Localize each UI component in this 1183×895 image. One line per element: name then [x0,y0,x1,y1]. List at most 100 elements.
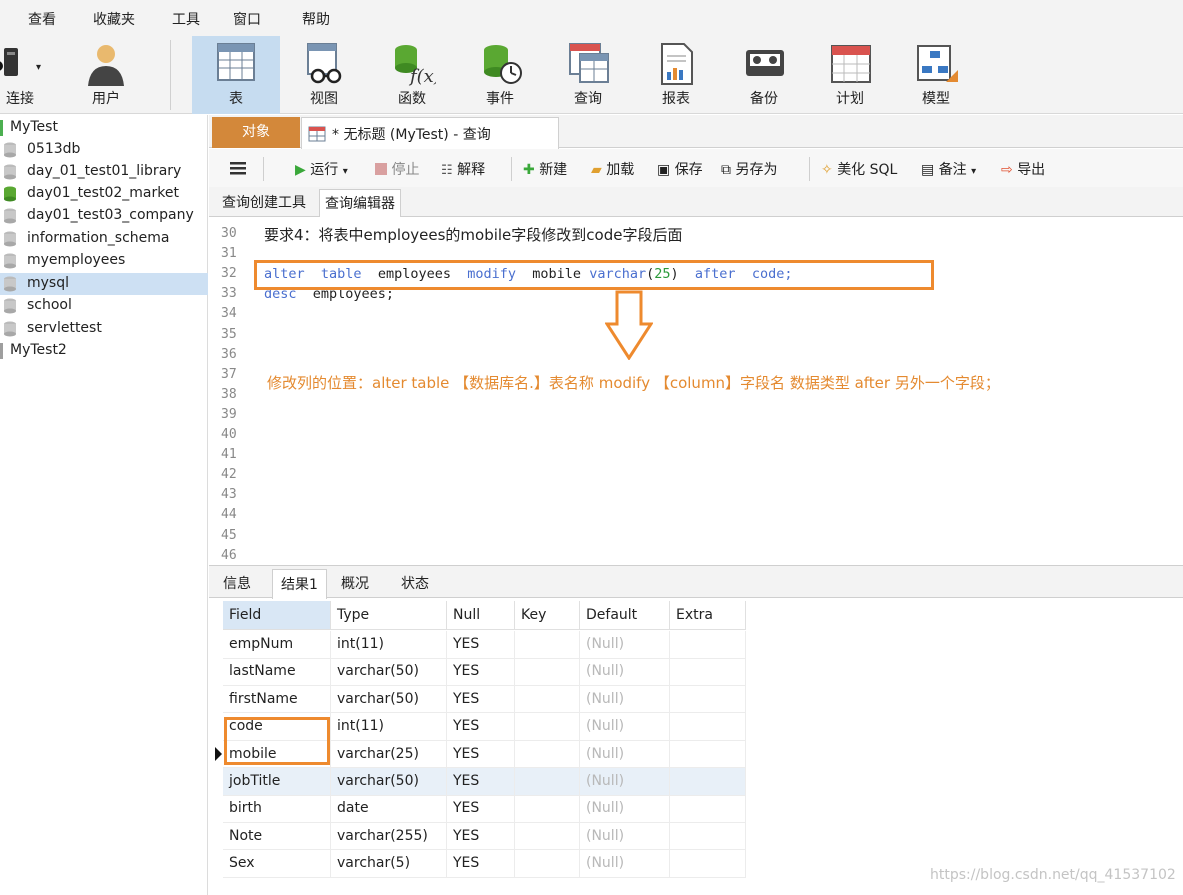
tab-objects[interactable]: 对象 [212,117,300,148]
cell-field[interactable]: lastName [223,658,331,686]
tree-db-servlettest[interactable]: servlettest [0,318,208,340]
column-header-field[interactable]: Field [223,601,331,630]
table-row[interactable]: birth date YES (Null) [223,795,746,823]
tab-query-editor[interactable]: 查询编辑器 [319,189,401,217]
cell-type[interactable]: int(11) [331,631,447,658]
load-button[interactable]: ▰ 加载 [591,159,634,179]
cell-null[interactable]: YES [447,795,515,823]
cell-field[interactable]: birth [223,795,331,823]
cell-type[interactable]: varchar(5) [331,850,447,878]
save-as-button[interactable]: ⧉ 另存为 [721,159,777,179]
cell-type[interactable]: varchar(50) [331,685,447,713]
cell-key[interactable] [515,850,580,878]
tab-query[interactable]: * 无标题 (MyTest) - 查询 [301,117,559,149]
beautify-sql-button[interactable]: ✧ 美化 SQL [821,159,897,179]
cell-field[interactable]: Note [223,822,331,850]
menu-view[interactable]: 查看 [28,9,56,29]
cell-type[interactable]: varchar(50) [331,768,447,795]
event-button[interactable]: 事件 [456,36,544,114]
hamburger-icon[interactable] [229,160,247,176]
explain-button[interactable]: ☷ 解释 [441,159,485,179]
connection-mytest[interactable]: MyTest [0,117,208,139]
menu-tools[interactable]: 工具 [172,9,200,29]
cell-type[interactable]: varchar(50) [331,658,447,686]
cell-default[interactable]: (Null) [580,685,670,713]
tab-info[interactable]: 信息 [215,569,259,599]
cell-default[interactable]: (Null) [580,850,670,878]
cell-default[interactable]: (Null) [580,795,670,823]
sql-editor[interactable]: 30 31 32 33 34 35 36 37 38 39 40 41 42 43 44 45 46 要求4：将… [209,218,1183,564]
table-row[interactable]: jobTitle varchar(50) YES (Null) [223,768,746,796]
model-button[interactable]: 模型 [892,36,980,114]
table-row[interactable]: Sex varchar(5) YES (Null) [223,850,746,878]
cell-default[interactable]: (Null) [580,740,670,768]
table-button[interactable]: 表 [192,36,280,114]
cell-key[interactable] [515,768,580,795]
tree-db-information-schema[interactable]: information_schema [0,228,208,250]
cell-default[interactable]: (Null) [580,658,670,686]
stop-button[interactable]: 停止 [375,159,419,179]
menu-favorites[interactable]: 收藏夹 [93,9,135,29]
cell-extra[interactable] [670,685,746,713]
cell-null[interactable]: YES [447,713,515,741]
cell-key[interactable] [515,658,580,686]
cell-field[interactable]: Sex [223,850,331,878]
backup-button[interactable]: 备份 [720,36,808,114]
report-button[interactable]: 报表 [632,36,720,114]
table-row[interactable]: firstName varchar(50) YES (Null) [223,685,746,714]
cell-null[interactable]: YES [447,685,515,713]
cell-type[interactable]: int(11) [331,713,447,741]
column-header-extra[interactable]: Extra [670,601,746,630]
cell-default[interactable]: (Null) [580,822,670,850]
chevron-down-icon[interactable]: ▾ [343,166,348,177]
cell-field[interactable]: empNum [223,631,331,658]
column-header-default[interactable]: Default [580,601,670,630]
column-header-key[interactable]: Key [515,601,580,630]
cell-default[interactable]: (Null) [580,713,670,741]
query-button[interactable]: 查询 [544,36,632,114]
cell-null[interactable]: YES [447,768,515,795]
cell-default[interactable]: (Null) [580,768,670,795]
cell-key[interactable] [515,822,580,850]
export-button[interactable]: ⇨ 导出 [1001,159,1045,179]
column-header-null[interactable]: Null [447,601,515,630]
user-button[interactable]: 用户 [62,36,150,114]
cell-type[interactable]: varchar(25) [331,740,447,768]
cell-key[interactable] [515,713,580,741]
tree-db-mysql[interactable]: mysql [0,273,208,295]
function-button[interactable]: f(x) 函数 [368,36,456,114]
menu-window[interactable]: 窗口 [233,9,261,29]
save-button[interactable]: ▣ 保存 [657,159,703,179]
cell-null[interactable]: YES [447,658,515,686]
cell-extra[interactable] [670,795,746,823]
cell-key[interactable] [515,685,580,713]
cell-extra[interactable] [670,740,746,768]
table-row[interactable]: lastName varchar(50) YES (Null) [223,658,746,686]
view-button[interactable]: 视图 [280,36,368,114]
schedule-button[interactable]: 计划 [806,36,894,114]
run-button[interactable]: ▶ 运行 ▾ [295,159,348,179]
cell-null[interactable]: YES [447,740,515,768]
table-row[interactable]: empNum int(11) YES (Null) [223,631,746,659]
tab-query-builder[interactable]: 查询创建工具 [217,189,311,217]
tree-db-school[interactable]: school [0,295,208,317]
tree-db-myemployees[interactable]: myemployees [0,250,208,272]
cell-extra[interactable] [670,850,746,878]
cell-key[interactable] [515,795,580,823]
cell-key[interactable] [515,631,580,658]
tab-profile[interactable]: 概况 [333,569,377,599]
tab-status[interactable]: 状态 [393,569,437,599]
tab-result-1[interactable]: 结果1 [272,569,327,599]
chevron-down-icon[interactable]: ▾ [36,62,41,73]
tree-db-market[interactable]: day01_test02_market [0,183,208,205]
tree-db-0513db[interactable]: 0513db [0,139,208,161]
cell-extra[interactable] [670,713,746,741]
cell-null[interactable]: YES [447,822,515,850]
tree-db-company[interactable]: day01_test03_company [0,205,208,227]
cell-default[interactable]: (Null) [580,631,670,658]
cell-field[interactable]: jobTitle [223,768,331,795]
column-header-type[interactable]: Type [331,601,447,630]
cell-key[interactable] [515,740,580,768]
cell-field[interactable]: firstName [223,685,331,713]
connect-button[interactable]: ▾ 连接 [0,36,60,114]
